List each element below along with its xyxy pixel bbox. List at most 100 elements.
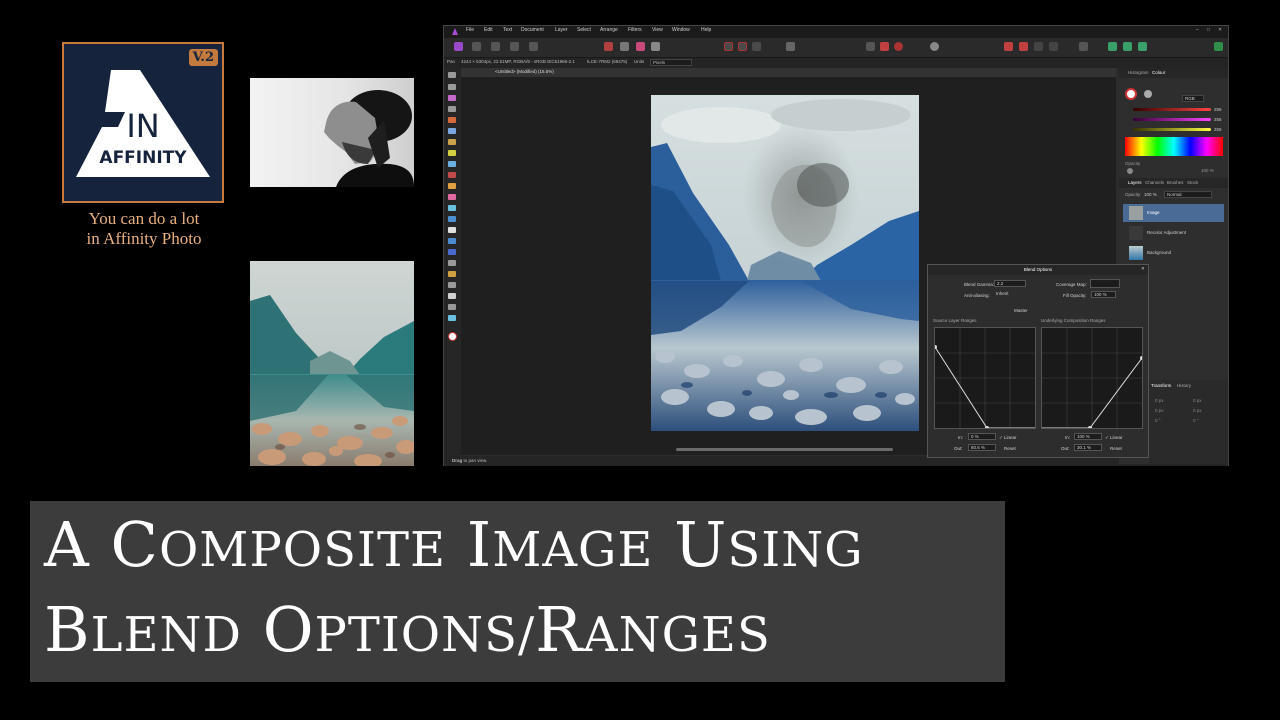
flood-select-tool-icon[interactable]	[448, 128, 456, 134]
tab-history[interactable]: History	[1177, 383, 1191, 388]
mesh-warp-tool-icon[interactable]	[448, 260, 456, 266]
move-tool-icon[interactable]	[448, 84, 456, 90]
boolean-intersect-icon[interactable]	[1138, 42, 1147, 51]
freehand-select-tool-icon[interactable]	[448, 150, 456, 156]
selection-add-icon[interactable]	[738, 42, 747, 51]
tab-histogram[interactable]: Histogram	[1128, 70, 1149, 75]
minimize-icon[interactable]: –	[1196, 27, 1199, 33]
units-dropdown[interactable]: Pixels	[650, 59, 692, 66]
arrange-forward-icon[interactable]	[1019, 42, 1028, 51]
left-out-field[interactable]: 80.6 %	[968, 444, 996, 451]
left-linear-checkbox[interactable]: ✓ Linear	[999, 435, 1017, 441]
blend-gamma-field[interactable]: 2.2	[994, 280, 1026, 287]
auto-contrast-icon[interactable]	[651, 42, 660, 51]
flood-fill-tool-icon[interactable]	[448, 161, 456, 167]
boolean-subtract-icon[interactable]	[1123, 42, 1132, 51]
account-icon[interactable]	[1214, 42, 1223, 51]
arrange-top-icon[interactable]	[1049, 42, 1058, 51]
menu-document[interactable]: Document	[521, 27, 544, 33]
left-reset-button[interactable]: Reset	[1004, 446, 1016, 451]
colour-spectrum[interactable]	[1125, 137, 1223, 156]
right-out-field[interactable]: 30.1 %	[1074, 444, 1102, 451]
force-pixel-icon[interactable]	[880, 42, 889, 51]
shape-tool-icon[interactable]	[448, 293, 456, 299]
tab-stock[interactable]: Stock	[1187, 180, 1198, 185]
red-value[interactable]: 255	[1214, 107, 1222, 112]
boolean-add-icon[interactable]	[1108, 42, 1117, 51]
channel-dropdown[interactable]: Master	[1014, 308, 1028, 313]
fill-opacity-field[interactable]: 100 %	[1091, 291, 1116, 298]
selection-subtract-icon[interactable]	[752, 42, 761, 51]
tone-mapping-persona-icon[interactable]	[510, 42, 519, 51]
tab-transform[interactable]: Transform	[1151, 383, 1171, 388]
menu-help[interactable]: Help	[701, 27, 711, 33]
transform-h[interactable]: 0 px	[1193, 408, 1202, 413]
menu-window[interactable]: Window	[672, 27, 690, 33]
levels-icon[interactable]	[604, 42, 613, 51]
document-tab[interactable]: <Untitled> (Modified) (15.5%)	[461, 68, 1116, 77]
layer-image[interactable]: Image	[1123, 204, 1224, 222]
arrange-back-icon[interactable]	[1004, 42, 1013, 51]
left-in-field[interactable]: 0 %	[968, 433, 996, 440]
transform-rotation[interactable]: 0 °	[1155, 418, 1161, 423]
colour-swatch-icon[interactable]	[448, 332, 457, 341]
view-mode-icon[interactable]	[930, 42, 939, 51]
menu-filters[interactable]: Filters	[628, 27, 642, 33]
right-in-field[interactable]: 100 %	[1074, 433, 1102, 440]
view-tool-icon[interactable]	[448, 72, 456, 78]
menu-text[interactable]: Text	[503, 27, 512, 33]
crop-tool-icon[interactable]	[448, 106, 456, 112]
layer-recolor-adjustment[interactable]: Recolor Adjustment	[1123, 224, 1224, 242]
colour-mode-dropdown[interactable]: RGB	[1182, 95, 1204, 102]
arrange-front-icon[interactable]	[1034, 42, 1043, 51]
layer-opacity-value[interactable]: 100 %	[1144, 192, 1157, 197]
transform-shear[interactable]: 0 °	[1193, 418, 1199, 423]
marquee-tool-icon[interactable]	[448, 139, 456, 145]
dodge-brush-tool-icon[interactable]	[448, 205, 456, 211]
selection-mode-icon[interactable]	[724, 42, 733, 51]
menu-layer[interactable]: Layer	[555, 27, 568, 33]
colour-balance-icon[interactable]	[636, 42, 645, 51]
eyedropper-icon[interactable]	[1144, 90, 1152, 98]
transform-y[interactable]: 0 px	[1193, 398, 1202, 403]
green-value[interactable]: 255	[1214, 117, 1222, 122]
red-slider[interactable]	[1133, 108, 1211, 111]
gradient-tool-icon[interactable]	[448, 172, 456, 178]
blend-mode-dropdown[interactable]: Normal	[1164, 191, 1212, 198]
menu-arrange[interactable]: Arrange	[600, 27, 618, 33]
menu-file[interactable]: File	[466, 27, 474, 33]
source-range-graph[interactable]	[933, 327, 1036, 430]
tab-brushes[interactable]: Brushes	[1167, 180, 1184, 185]
tab-channels[interactable]: Channels	[1145, 180, 1164, 185]
assistant-icon[interactable]	[894, 42, 903, 51]
red-eye-tool-icon[interactable]	[448, 249, 456, 255]
close-window-icon[interactable]: ✕	[1218, 27, 1222, 33]
underlying-range-graph[interactable]	[1041, 327, 1144, 430]
maximize-icon[interactable]: □	[1207, 27, 1210, 33]
colour-well[interactable]	[1125, 88, 1137, 100]
menu-edit[interactable]: Edit	[484, 27, 493, 33]
liquify-persona-icon[interactable]	[472, 42, 481, 51]
colour-opacity-value[interactable]: 100 %	[1201, 168, 1214, 173]
blue-slider[interactable]	[1133, 128, 1211, 131]
menu-view[interactable]: View	[652, 27, 663, 33]
erase-brush-tool-icon[interactable]	[448, 194, 456, 200]
paint-brush-tool-icon[interactable]	[448, 183, 456, 189]
pen-tool-icon[interactable]	[448, 271, 456, 277]
right-reset-button[interactable]: Reset	[1110, 446, 1122, 451]
tab-colour[interactable]: Colour	[1152, 70, 1165, 75]
quick-mask-icon[interactable]	[786, 42, 795, 51]
node-tool-icon[interactable]	[448, 282, 456, 288]
layer-background[interactable]: Background	[1123, 244, 1224, 262]
zoom-tool-icon[interactable]	[448, 315, 456, 321]
dialog-close-icon[interactable]: ✕	[1141, 266, 1145, 272]
colour-picker-tool-icon[interactable]	[448, 95, 456, 101]
opacity-handle[interactable]	[1127, 168, 1133, 174]
develop-persona-icon[interactable]	[491, 42, 500, 51]
transform-x[interactable]: 0 px	[1155, 398, 1164, 403]
inpainting-tool-icon[interactable]	[448, 227, 456, 233]
transform-w[interactable]: 0 px	[1155, 408, 1164, 413]
green-slider[interactable]	[1133, 118, 1211, 121]
tab-layers[interactable]: Layers	[1128, 180, 1142, 185]
selection-brush-tool-icon[interactable]	[448, 117, 456, 123]
